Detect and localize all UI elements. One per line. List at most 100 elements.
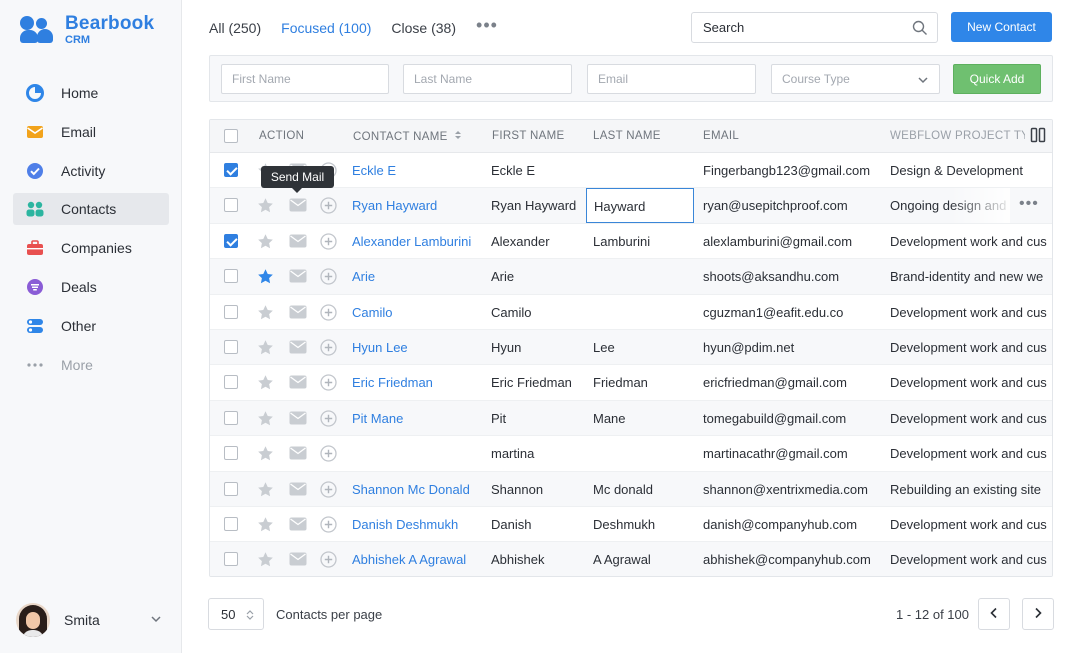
send-mail-tooltip: Send Mail — [261, 166, 334, 193]
table-row[interactable]: Camilo Camilo cguzman1@eafit.edu.co Develop… — [210, 295, 1052, 330]
table-row[interactable]: Hyun Lee Hyun Lee hyun@pdim.net Development … — [210, 330, 1052, 366]
tab-all[interactable]: All (250) — [209, 20, 261, 36]
sidebar-item-deals[interactable]: Deals — [13, 271, 169, 303]
star-icon[interactable] — [257, 481, 274, 501]
contact-name-link[interactable]: Shannon Mc Donald — [352, 482, 482, 497]
row-checkbox[interactable] — [224, 269, 238, 284]
course-type-select[interactable]: Course Type — [771, 64, 940, 94]
contact-name-link[interactable]: Eric Friedman — [352, 375, 482, 390]
mail-icon[interactable] — [289, 411, 307, 428]
sidebar-item-more[interactable]: More — [13, 349, 169, 381]
last-name-field[interactable] — [403, 64, 572, 94]
add-circle-icon[interactable] — [320, 480, 337, 501]
star-icon[interactable] — [257, 339, 274, 359]
row-checkbox[interactable] — [224, 375, 238, 390]
row-checkbox[interactable] — [224, 304, 238, 319]
mail-icon[interactable] — [289, 552, 307, 569]
sidebar-item-email[interactable]: Email — [13, 116, 169, 148]
table-row[interactable]: Danish Deshmukh Danish Deshmukh danish@comp… — [210, 507, 1052, 543]
tabs-more-icon[interactable]: ••• — [476, 15, 498, 36]
per-page-select[interactable]: 50 — [208, 598, 264, 630]
next-page-button[interactable] — [1022, 598, 1054, 630]
contact-name-link[interactable]: Pit Mane — [352, 411, 482, 426]
contact-name-link[interactable]: Alexander Lamburini — [352, 234, 482, 249]
row-checkbox[interactable] — [224, 552, 238, 567]
table-row[interactable]: Pit Mane Pit Mane tomegabuild@gmail.com Deve… — [210, 400, 1052, 437]
mail-icon[interactable] — [289, 446, 307, 463]
contact-name-link[interactable]: Hyun Lee — [352, 340, 482, 355]
add-circle-icon[interactable] — [320, 551, 337, 571]
sidebar-item-other[interactable]: Other — [13, 310, 169, 342]
header-contact-name[interactable]: CONTACT NAME — [353, 130, 462, 143]
star-icon[interactable] — [257, 516, 274, 536]
add-circle-icon[interactable] — [320, 339, 337, 359]
select-all-checkbox[interactable] — [224, 129, 238, 143]
table-row[interactable]: martina martinacathr@gmail.com Development… — [210, 436, 1052, 472]
mail-icon[interactable] — [289, 340, 307, 357]
first-name-field[interactable] — [221, 64, 389, 94]
quick-add-button[interactable]: Quick Add — [953, 64, 1041, 94]
add-circle-icon[interactable] — [320, 303, 337, 324]
contact-name-link[interactable]: Ryan Hayward — [352, 198, 482, 213]
row-checkbox[interactable] — [224, 233, 238, 248]
star-icon[interactable] — [257, 268, 274, 288]
star-icon[interactable] — [257, 304, 274, 324]
last-name-edit-cell[interactable]: Hayward — [586, 188, 694, 224]
add-circle-icon[interactable] — [320, 445, 337, 465]
mail-icon[interactable] — [289, 375, 307, 392]
tab-close[interactable]: Close (38) — [391, 20, 456, 36]
mail-icon[interactable] — [289, 482, 307, 499]
table-row[interactable]: Alexander Lamburini Alexander Lamburini ale… — [210, 224, 1052, 260]
row-checkbox[interactable] — [224, 163, 238, 177]
star-icon[interactable] — [257, 374, 274, 394]
star-icon[interactable] — [257, 445, 274, 465]
mail-icon[interactable] — [289, 305, 307, 322]
sidebar-item-activity[interactable]: Activity — [13, 155, 169, 187]
add-circle-icon[interactable] — [320, 374, 337, 394]
prev-page-button[interactable] — [978, 598, 1010, 630]
add-circle-icon[interactable] — [320, 197, 337, 217]
user-menu[interactable]: Smita — [16, 603, 166, 637]
email-field[interactable] — [587, 64, 756, 94]
contact-name-link[interactable]: Camilo — [352, 305, 482, 320]
star-icon[interactable] — [257, 410, 274, 430]
sidebar-item-companies[interactable]: Companies — [13, 232, 169, 264]
row-checkbox[interactable] — [224, 446, 238, 461]
table-row[interactable]: Ryan Hayward Ryan Hayward Hayward ryan@usep… — [210, 188, 1052, 224]
contact-name-link[interactable]: Eckle E — [352, 163, 482, 178]
app-logo[interactable]: Bearbook CRM — [20, 14, 154, 46]
new-contact-button[interactable]: New Contact — [951, 12, 1052, 42]
table-row[interactable]: Shannon Mc Donald Shannon Mc donald shannon… — [210, 471, 1052, 507]
sidebar-item-home[interactable]: Home — [13, 77, 169, 109]
star-icon[interactable] — [257, 197, 274, 217]
star-icon[interactable] — [257, 233, 274, 253]
sort-icon[interactable] — [454, 131, 462, 143]
columns-toggle-icon[interactable] — [1030, 127, 1046, 146]
contact-name-link[interactable]: Arie — [352, 269, 482, 284]
row-checkbox[interactable] — [224, 517, 238, 531]
row-checkbox[interactable] — [224, 340, 238, 354]
table-row[interactable]: Eric Friedman Eric Friedman Friedman ericfr… — [210, 365, 1052, 401]
mail-icon[interactable] — [289, 198, 307, 215]
contact-name-link[interactable]: Danish Deshmukh — [352, 517, 482, 532]
search-input[interactable] — [703, 20, 903, 35]
mail-icon[interactable] — [289, 517, 307, 534]
row-more-icon[interactable]: ••• — [1019, 195, 1039, 213]
table-row[interactable]: Abhishek A Agrawal Abhishek A Agrawal abhis… — [210, 542, 1052, 576]
row-checkbox[interactable] — [224, 481, 238, 496]
add-circle-icon[interactable] — [320, 268, 337, 288]
table-row[interactable]: Arie Arie shoots@aksandhu.com Brand-identit… — [210, 259, 1052, 295]
add-circle-icon[interactable] — [320, 516, 337, 536]
star-icon[interactable] — [257, 551, 274, 571]
mail-icon[interactable] — [289, 269, 307, 286]
tab-focused[interactable]: Focused (100) — [281, 20, 371, 36]
sidebar-item-contacts[interactable]: Contacts — [13, 193, 169, 226]
mail-icon[interactable] — [289, 234, 307, 251]
table-row[interactable]: Eckle E Eckle E Fingerbangb123@gmail.com De… — [210, 153, 1052, 189]
row-checkbox[interactable] — [224, 198, 238, 213]
row-checkbox[interactable] — [224, 410, 238, 425]
contact-name-link[interactable]: Abhishek A Agrawal — [352, 552, 482, 567]
search-icon[interactable] — [912, 20, 928, 39]
add-circle-icon[interactable] — [320, 410, 337, 430]
add-circle-icon[interactable] — [320, 233, 337, 253]
